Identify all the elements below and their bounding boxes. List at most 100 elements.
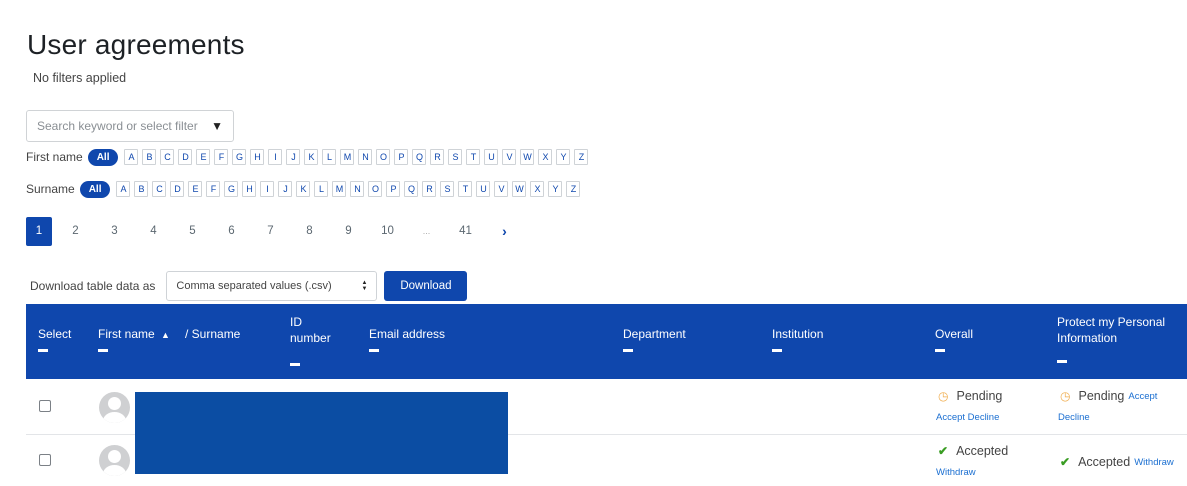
search-filter-input[interactable]: Search keyword or select filter ▼: [26, 110, 234, 142]
surname-initial-d[interactable]: D: [170, 181, 185, 197]
page-link-5[interactable]: 5: [173, 217, 212, 246]
chevron-right-icon[interactable]: ›: [485, 217, 524, 246]
firstname-all-button[interactable]: All: [87, 148, 119, 166]
page-link-2[interactable]: 2: [56, 217, 95, 246]
firstname-initial-l[interactable]: L: [322, 149, 337, 165]
surname-initial-f[interactable]: F: [206, 181, 221, 197]
surname-initial-p[interactable]: P: [386, 181, 401, 197]
download-button[interactable]: Download: [384, 271, 468, 301]
firstname-initial-d[interactable]: D: [178, 149, 193, 165]
page-link-1[interactable]: 1: [26, 217, 52, 246]
surname-initial-g[interactable]: G: [224, 181, 239, 197]
surname-initial-l[interactable]: L: [314, 181, 329, 197]
page-link-3[interactable]: 3: [95, 217, 134, 246]
surname-initial-w[interactable]: W: [512, 181, 527, 197]
surname-initial-i[interactable]: I: [260, 181, 275, 197]
policy-decline-link[interactable]: Decline: [1058, 412, 1090, 423]
policy-withdraw-link[interactable]: Withdraw: [1134, 457, 1174, 468]
firstname-initial-y[interactable]: Y: [556, 149, 571, 165]
firstname-initial-t[interactable]: T: [466, 149, 481, 165]
col-firstname-sort[interactable]: First name ▲: [98, 326, 178, 343]
surname-initial-s[interactable]: S: [440, 181, 455, 197]
firstname-initial-g[interactable]: G: [232, 149, 247, 165]
col-overall-collapse[interactable]: [935, 349, 945, 352]
col-institution-label[interactable]: Institution: [772, 326, 823, 342]
col-department-label[interactable]: Department: [623, 326, 686, 342]
firstname-initial-z[interactable]: Z: [574, 149, 589, 165]
firstname-initial-q[interactable]: Q: [412, 149, 427, 165]
check-icon: ✔: [1060, 455, 1071, 469]
col-id-label[interactable]: ID number: [290, 314, 331, 346]
surname-initial-n[interactable]: N: [350, 181, 365, 197]
surname-initial-k[interactable]: K: [296, 181, 311, 197]
firstname-initial-w[interactable]: W: [520, 149, 535, 165]
row-select-checkbox[interactable]: [39, 400, 51, 412]
surname-initial-a[interactable]: A: [116, 181, 131, 197]
col-policy: Protect my Personal Information: [1057, 304, 1187, 379]
surname-initial-q[interactable]: Q: [404, 181, 419, 197]
overall-accept-decline-links[interactable]: Accept Decline: [936, 412, 999, 423]
col-surname-label[interactable]: / Surname: [185, 326, 240, 342]
table-header: Select First name ▲ / Surname ID number …: [26, 304, 1187, 379]
page-link-4[interactable]: 4: [134, 217, 173, 246]
firstname-initial-f[interactable]: F: [214, 149, 229, 165]
firstname-initial-v[interactable]: V: [502, 149, 517, 165]
page-link-8[interactable]: 8: [290, 217, 329, 246]
firstname-initial-j[interactable]: J: [286, 149, 301, 165]
page-link-9[interactable]: 9: [329, 217, 368, 246]
firstname-initial-r[interactable]: R: [430, 149, 445, 165]
col-select: Select: [26, 304, 98, 379]
firstname-initial-m[interactable]: M: [340, 149, 355, 165]
col-id-collapse[interactable]: [290, 363, 300, 366]
col-institution-collapse[interactable]: [772, 349, 782, 352]
page-link-7[interactable]: 7: [251, 217, 290, 246]
col-select-collapse[interactable]: [38, 349, 48, 352]
surname-initial-t[interactable]: T: [458, 181, 473, 197]
surname-initial-z[interactable]: Z: [566, 181, 581, 197]
row-select-checkbox[interactable]: [39, 454, 51, 466]
firstname-initial-a[interactable]: A: [124, 149, 139, 165]
firstname-initial-o[interactable]: O: [376, 149, 391, 165]
firstname-initial-p[interactable]: P: [394, 149, 409, 165]
surname-all-button[interactable]: All: [79, 180, 111, 198]
surname-initial-v[interactable]: V: [494, 181, 509, 197]
overall-withdraw-link[interactable]: Withdraw: [936, 467, 976, 478]
firstname-initial-n[interactable]: N: [358, 149, 373, 165]
col-overall-label[interactable]: Overall: [935, 326, 973, 342]
page-link-41[interactable]: 41: [446, 217, 485, 246]
firstname-initial-h[interactable]: H: [250, 149, 265, 165]
col-department-collapse[interactable]: [623, 349, 633, 352]
surname-initial-o[interactable]: O: [368, 181, 383, 197]
page-link-10[interactable]: 10: [368, 217, 407, 246]
firstname-initial-i[interactable]: I: [268, 149, 283, 165]
firstname-initial-b[interactable]: B: [142, 149, 157, 165]
firstname-initial-s[interactable]: S: [448, 149, 463, 165]
col-email: Email address: [369, 304, 619, 379]
col-email-collapse[interactable]: [369, 349, 379, 352]
surname-initial-c[interactable]: C: [152, 181, 167, 197]
col-name-collapse[interactable]: [98, 349, 108, 352]
surname-initial-u[interactable]: U: [476, 181, 491, 197]
firstname-initial-e[interactable]: E: [196, 149, 211, 165]
col-policy-collapse[interactable]: [1057, 360, 1067, 363]
firstname-initial-u[interactable]: U: [484, 149, 499, 165]
col-department: Department: [623, 304, 763, 379]
surname-initial-e[interactable]: E: [188, 181, 203, 197]
surname-initial-b[interactable]: B: [134, 181, 149, 197]
page-link-6[interactable]: 6: [212, 217, 251, 246]
surname-initial-r[interactable]: R: [422, 181, 437, 197]
surname-initial-x[interactable]: X: [530, 181, 545, 197]
surname-initial-y[interactable]: Y: [548, 181, 563, 197]
col-email-label[interactable]: Email address: [369, 326, 445, 342]
policy-accept-link[interactable]: Accept: [1128, 391, 1157, 402]
firstname-initial-k[interactable]: K: [304, 149, 319, 165]
col-policy-label[interactable]: Protect my Personal Information: [1057, 314, 1185, 346]
download-format-select[interactable]: Comma separated values (.csv) ▲ ▼: [166, 271, 378, 301]
dropdown-triangle-icon[interactable]: ▼: [211, 119, 223, 133]
surname-initial-m[interactable]: M: [332, 181, 347, 197]
firstname-initial-x[interactable]: X: [538, 149, 553, 165]
sort-asc-icon: ▲: [161, 330, 170, 340]
firstname-initial-c[interactable]: C: [160, 149, 175, 165]
surname-initial-h[interactable]: H: [242, 181, 257, 197]
surname-initial-j[interactable]: J: [278, 181, 293, 197]
